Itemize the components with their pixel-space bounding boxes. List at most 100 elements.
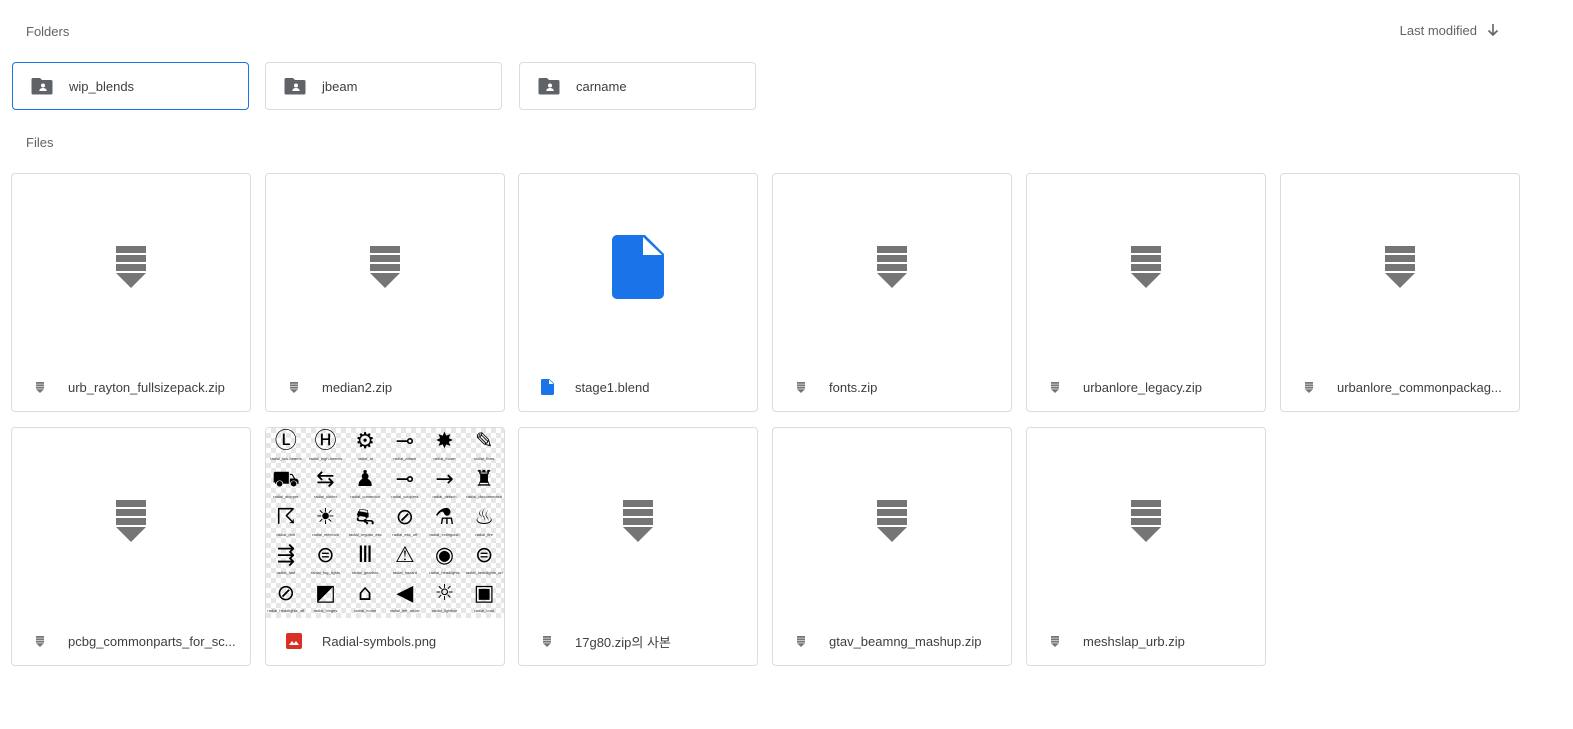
symbol-cell: ☼ radial_lightbar [425, 580, 465, 618]
shared-folder-icon [284, 77, 306, 95]
archive-icon [1047, 633, 1063, 649]
zip-thumbnail [1281, 174, 1519, 364]
symbol-glyph: ♜ [474, 467, 495, 492]
file-card[interactable]: median2.zip [265, 173, 505, 412]
archive-icon [623, 499, 653, 547]
symbol-glyph: ♟ [355, 467, 376, 492]
radial-symbols-grid: Ⓛradial_low-beams Ⓗradial_high-beams ⚙ radi… [266, 428, 504, 618]
zip-thumbnail [12, 174, 250, 364]
symbol-cell: ⊘ radial_esc_off [385, 504, 425, 542]
file-card[interactable]: gtav_beamng_mashup.zip [772, 427, 1012, 666]
symbol-caption: radial_hinges [313, 608, 338, 613]
symbol-cell: Ⓛradial_low-beams [266, 428, 306, 466]
archive-icon [1385, 245, 1415, 293]
symbol-caption: radial_connector [350, 494, 380, 499]
symbol-cell: ♜ radial_disconnected [464, 466, 504, 504]
symbol-cell: ☀ radial_electrics [306, 504, 346, 542]
zip-thumbnail [1027, 174, 1265, 364]
symbol-caption: radial_disconnected [466, 494, 502, 499]
file-card[interactable]: meshslap_urb.zip [1026, 427, 1266, 666]
symbol-caption: radial_fast [276, 570, 296, 575]
symbol-glyph: ⚠ [394, 543, 415, 568]
symbol-cell: ⊜ radial_headlights_on [464, 542, 504, 580]
file-name: stage1.blend [575, 379, 650, 395]
archive-icon [539, 633, 555, 649]
symbol-glyph: ⊸ [395, 429, 415, 454]
symbol-glyph: ⌂ [358, 581, 373, 606]
symbol-cell: ◉ radial_headlights [425, 542, 465, 580]
file-card[interactable]: urbanlore_legacy.zip [1026, 173, 1266, 412]
archive-icon [32, 379, 48, 395]
file-icon [612, 234, 664, 304]
archive-icon [1131, 245, 1161, 293]
symbol-caption: radial_electrics [312, 532, 339, 537]
file-card[interactable]: stage1.blend [518, 173, 758, 412]
symbol-glyph: ☀ [315, 505, 336, 530]
file-card[interactable]: 17g80.zip의 사본 [518, 427, 758, 666]
symbol-caption: radial_left_arrow [390, 608, 420, 613]
archive-icon [1131, 499, 1161, 547]
file-icon [539, 379, 555, 395]
symbol-glyph: ✸ [435, 429, 454, 454]
doc-thumbnail [519, 174, 757, 364]
archive-icon [286, 379, 302, 395]
symbol-cell: ⛐ radial_regular_esc [345, 504, 385, 542]
symbol-cell: ☈ radial_drift [266, 504, 306, 542]
file-name: Radial-symbols.png [322, 633, 437, 649]
symbol-glyph: ⊘ [276, 581, 296, 606]
file-footer: pcbg_commonparts_for_sc... [12, 617, 250, 665]
symbol-cell: ⊘ radial_headlights_off [266, 580, 306, 618]
symbol-glyph: ⚗ [434, 505, 455, 530]
symbol-caption: radial_fixes [474, 456, 495, 461]
symbol-caption: radial_headlights_off [267, 608, 305, 613]
sort-button[interactable]: Last modified [1400, 22, 1501, 38]
symbol-cell: ✸ radial_boom [425, 428, 465, 466]
symbol-glyph: ✎ [474, 429, 494, 454]
symbol-cell: ♨ radial_fire [464, 504, 504, 542]
file-name: fonts.zip [829, 379, 878, 395]
symbol-caption: radial_esc_off [392, 532, 418, 537]
symbol-glyph: ⊸ [395, 467, 415, 492]
symbol-caption: radial_low-beams [270, 456, 302, 461]
symbol-glyph: ◉ [434, 543, 455, 568]
file-card[interactable]: urb_rayton_fullsizepack.zip [11, 173, 251, 412]
symbol-glyph: ⊘ [395, 505, 415, 530]
folder-wip-blends[interactable]: wip_blends [12, 62, 249, 110]
folder-name: jbeam [322, 78, 358, 94]
symbol-cell: ⇆ radial_clutter [306, 466, 346, 504]
symbol-cell: ⊸ radial_attach [385, 428, 425, 466]
symbol-caption: radial_attach [393, 456, 417, 461]
symbol-caption: radial_headlights [429, 570, 460, 575]
symbol-glyph: ☈ [275, 505, 296, 530]
archive-icon [877, 245, 907, 293]
symbol-cell: → radial_detach [425, 466, 465, 504]
symbol-caption: radial_extinguish [429, 532, 460, 537]
archive-icon [116, 245, 146, 293]
file-footer: urbanlore_commonpackag... [1281, 363, 1519, 411]
symbol-caption: radial_drift [276, 532, 296, 537]
symbol-glyph: ⊜ [474, 543, 494, 568]
file-footer: 17g80.zip의 사본 [519, 617, 757, 665]
archive-icon [793, 633, 809, 649]
symbol-glyph: ⇶ [276, 543, 296, 568]
folder-carname[interactable]: carname [519, 62, 756, 110]
shared-folder-icon [31, 77, 53, 95]
shared-folder-icon [538, 77, 560, 95]
archive-icon [877, 499, 907, 547]
file-name: gtav_beamng_mashup.zip [829, 633, 982, 649]
file-card[interactable]: Ⓛradial_low-beams Ⓗradial_high-beams ⚙ radi… [265, 427, 505, 666]
symbol-caption: radial_fire [475, 532, 493, 537]
symbol-caption: radial_headlights_on [465, 570, 503, 575]
folders-section-label: Folders [26, 24, 70, 39]
zip-thumbnail [773, 428, 1011, 618]
symbol-caption: radial_hazard [392, 570, 417, 575]
file-card[interactable]: pcbg_commonparts_for_sc... [11, 427, 251, 666]
file-footer: fonts.zip [773, 363, 1011, 411]
symbol-caption: radial_boom [433, 456, 456, 461]
file-card[interactable]: urbanlore_commonpackag... [1280, 173, 1520, 412]
folder-jbeam[interactable]: jbeam [265, 62, 502, 110]
symbol-glyph: Ⓗ [314, 429, 337, 454]
file-name: urb_rayton_fullsizepack.zip [68, 379, 225, 395]
file-footer: stage1.blend [519, 363, 757, 411]
file-card[interactable]: fonts.zip [772, 173, 1012, 412]
